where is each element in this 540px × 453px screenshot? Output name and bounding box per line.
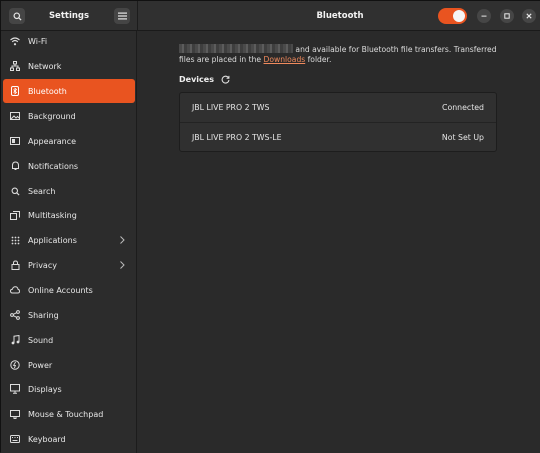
sidebar-item-mouse-touchpad[interactable]: Mouse & Touchpad	[3, 402, 135, 426]
sidebar-item-label: Appearance	[28, 136, 77, 146]
sidebar-item-background[interactable]: Background	[3, 104, 135, 128]
sidebar-item-power[interactable]: Power	[3, 353, 135, 377]
maximize-icon	[504, 13, 510, 19]
sidebar-item-label: Notifications	[28, 161, 79, 171]
search-button[interactable]	[9, 8, 25, 24]
sidebar-item-wifi[interactable]: Wi-Fi	[3, 29, 135, 53]
background-icon	[10, 111, 20, 121]
network-icon	[10, 61, 20, 71]
settings-window: Settings Bluetooth Wi-Fi Network Bluetoo…	[0, 0, 540, 453]
toggle-knob	[453, 10, 465, 22]
sidebar-item-label: Sound	[28, 335, 54, 345]
sidebar-headerbar: Settings	[1, 1, 137, 31]
appearance-icon	[10, 136, 20, 146]
sidebar-item-label: Multitasking	[28, 210, 77, 220]
sidebar-item-label: Network	[28, 61, 62, 71]
bluetooth-panel: and available for Bluetooth file transfe…	[137, 31, 540, 453]
device-list: JBL LIVE PRO 2 TWS Connected JBL LIVE PR…	[179, 92, 497, 152]
sidebar-item-label: Online Accounts	[28, 285, 93, 295]
sidebar-item-displays[interactable]: Displays	[3, 377, 135, 401]
search-icon	[10, 186, 20, 196]
sidebar-item-label: Bluetooth	[28, 86, 67, 96]
music-note-icon	[10, 335, 20, 345]
redacted-device-name	[179, 44, 293, 53]
sidebar-item-label: Mouse & Touchpad	[28, 409, 104, 419]
keyboard-icon	[10, 434, 20, 444]
main-menu-button[interactable]	[114, 8, 130, 24]
bell-icon	[10, 161, 20, 171]
sidebar-item-keyboard[interactable]: Keyboard	[3, 427, 135, 451]
device-name: JBL LIVE PRO 2 TWS-LE	[192, 132, 282, 142]
content-headerbar: Bluetooth	[137, 1, 540, 31]
lock-icon	[10, 260, 20, 270]
sidebar-item-label: Privacy	[28, 260, 57, 270]
downloads-link[interactable]: Downloads	[264, 55, 306, 64]
power-icon	[10, 360, 20, 370]
sidebar-item-search[interactable]: Search	[3, 179, 135, 203]
sidebar-item-label: Sharing	[28, 310, 59, 320]
sidebar-item-network[interactable]: Network	[3, 54, 135, 78]
chevron-right-icon	[120, 261, 125, 269]
sidebar-item-appearance[interactable]: Appearance	[3, 129, 135, 153]
device-row[interactable]: JBL LIVE PRO 2 TWS-LE Not Set Up	[180, 122, 496, 151]
mouse-icon	[10, 409, 20, 419]
sidebar-item-sharing[interactable]: Sharing	[3, 303, 135, 327]
cloud-icon	[10, 285, 20, 295]
grid-icon	[10, 235, 20, 245]
visibility-description: and available for Bluetooth file transfe…	[179, 44, 499, 65]
sidebar-item-label: Wi-Fi	[28, 36, 48, 46]
sidebar-item-label: Keyboard	[28, 434, 66, 444]
device-status: Not Set Up	[441, 132, 484, 142]
bluetooth-toggle[interactable]	[438, 8, 467, 24]
devices-header: Devices	[179, 75, 230, 84]
share-icon	[10, 310, 20, 320]
close-button[interactable]	[522, 9, 536, 23]
maximize-button[interactable]	[500, 9, 514, 23]
sidebar-item-applications[interactable]: Applications	[3, 228, 135, 252]
sidebar-item-label: Displays	[28, 384, 62, 394]
bluetooth-icon	[10, 86, 20, 96]
close-icon	[526, 13, 532, 19]
chevron-right-icon	[120, 236, 125, 244]
refresh-spinner-icon	[221, 75, 230, 84]
device-status: Connected	[442, 103, 484, 112]
sidebar-item-online-accounts[interactable]: Online Accounts	[3, 278, 135, 302]
sidebar-item-multitasking[interactable]: Multitasking	[3, 203, 135, 227]
sidebar-item-notifications[interactable]: Notifications	[3, 154, 135, 178]
description-text-line2: files are placed in the	[179, 55, 264, 64]
sidebar-item-label: Background	[28, 111, 76, 121]
search-icon	[12, 11, 22, 21]
app-title: Settings	[48, 11, 90, 21]
sidebar-item-sound[interactable]: Sound	[3, 328, 135, 352]
sidebar-item-bluetooth[interactable]: Bluetooth	[3, 79, 135, 103]
hamburger-menu-icon	[117, 12, 127, 20]
wifi-icon	[10, 36, 20, 46]
sidebar: Wi-Fi Network Bluetooth Background Appea	[1, 31, 137, 453]
minimize-button[interactable]	[477, 9, 491, 23]
minimize-icon	[481, 15, 487, 17]
devices-header-label: Devices	[179, 75, 214, 84]
sidebar-item-privacy[interactable]: Privacy	[3, 253, 135, 277]
sidebar-item-label: Power	[28, 360, 53, 370]
display-icon	[10, 384, 20, 394]
multitasking-icon	[10, 210, 20, 220]
sidebar-item-label: Search	[28, 186, 56, 196]
sidebar-item-label: Applications	[28, 235, 77, 245]
page-title: Bluetooth	[316, 11, 364, 21]
description-text: and available for Bluetooth file transfe…	[293, 45, 497, 54]
description-text-suffix: folder.	[305, 55, 332, 64]
device-name: JBL LIVE PRO 2 TWS	[192, 103, 270, 112]
device-row[interactable]: JBL LIVE PRO 2 TWS Connected	[180, 93, 496, 122]
